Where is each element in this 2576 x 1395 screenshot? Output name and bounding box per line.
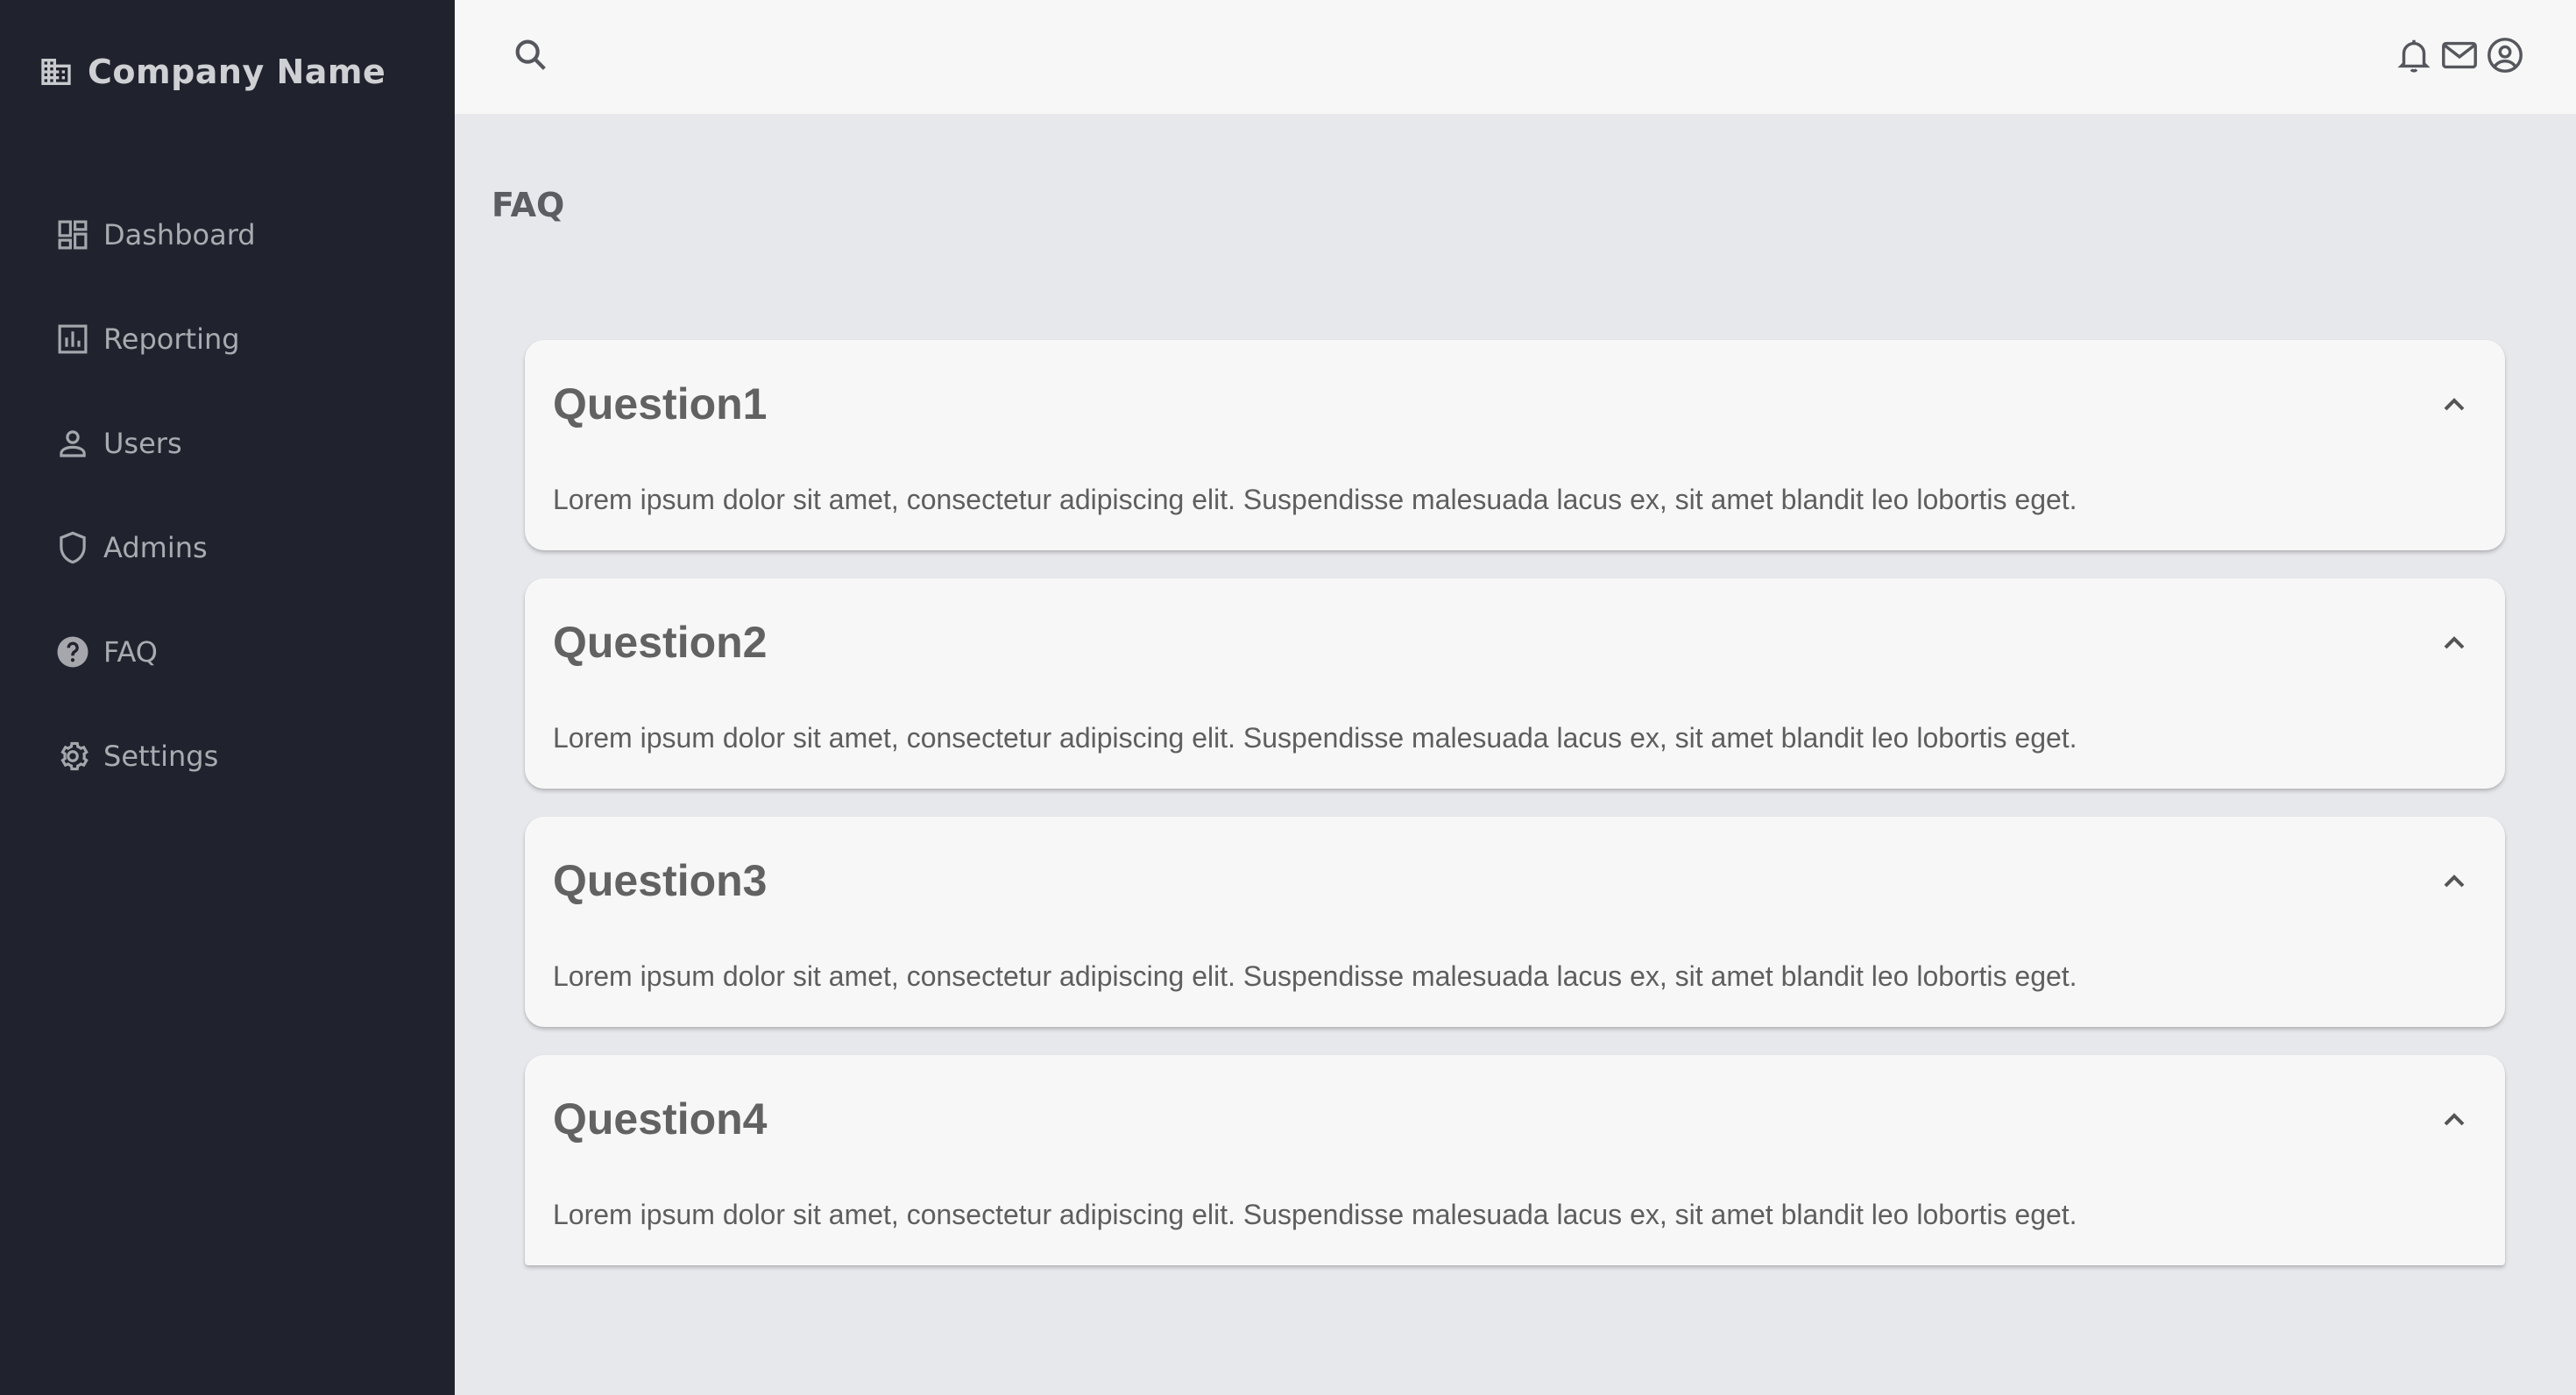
chevron-up-icon[interactable] bbox=[2437, 864, 2472, 899]
faq-item[interactable]: Question3 Lorem ipsum dolor sit amet, co… bbox=[525, 817, 2505, 1027]
faq-list: Question1 Lorem ipsum dolor sit amet, co… bbox=[525, 340, 2505, 1293]
faq-answer: Lorem ipsum dolor sit amet, consectetur … bbox=[553, 484, 2077, 515]
sidebar-item-faq[interactable]: FAQ bbox=[54, 626, 256, 678]
sidebar: Company Name Dashboard Reporting Users A… bbox=[0, 0, 455, 1395]
search-icon[interactable] bbox=[511, 35, 551, 75]
sidebar-item-reporting[interactable]: Reporting bbox=[54, 313, 256, 365]
faq-item[interactable]: Question1 Lorem ipsum dolor sit amet, co… bbox=[525, 340, 2505, 550]
sidebar-item-label: Dashboard bbox=[103, 218, 256, 251]
sidebar-item-settings[interactable]: Settings bbox=[54, 730, 256, 782]
brand[interactable]: Company Name bbox=[39, 53, 386, 91]
faq-question[interactable]: Question4 bbox=[553, 1094, 767, 1144]
sidebar-item-admins[interactable]: Admins bbox=[54, 521, 256, 574]
sidebar-nav: Dashboard Reporting Users Admins FAQ Set… bbox=[54, 209, 256, 834]
shield-icon bbox=[54, 529, 91, 566]
mail-icon[interactable] bbox=[2439, 35, 2480, 75]
chevron-up-icon[interactable] bbox=[2437, 626, 2472, 661]
bar-chart-icon bbox=[54, 321, 91, 358]
sidebar-item-label: Users bbox=[103, 427, 182, 460]
faq-question[interactable]: Question3 bbox=[553, 855, 767, 906]
page-title: FAQ bbox=[492, 186, 565, 224]
faq-answer: Lorem ipsum dolor sit amet, consectetur … bbox=[553, 722, 2077, 754]
gear-icon bbox=[54, 738, 91, 775]
user-icon bbox=[54, 425, 91, 462]
bell-icon[interactable] bbox=[2394, 35, 2434, 75]
faq-item[interactable]: Question4 Lorem ipsum dolor sit amet, co… bbox=[525, 1055, 2505, 1265]
top-bar bbox=[455, 0, 2576, 114]
sidebar-item-label: Admins bbox=[103, 531, 208, 564]
main-content: FAQ Question1 Lorem ipsum dolor sit amet… bbox=[455, 0, 2576, 1395]
sidebar-item-label: FAQ bbox=[103, 635, 158, 669]
chevron-up-icon[interactable] bbox=[2437, 1102, 2472, 1137]
chevron-up-icon[interactable] bbox=[2437, 387, 2472, 422]
sidebar-item-dashboard[interactable]: Dashboard bbox=[54, 209, 256, 261]
faq-answer: Lorem ipsum dolor sit amet, consectetur … bbox=[553, 1199, 2077, 1230]
dashboard-icon bbox=[54, 216, 91, 253]
faq-question[interactable]: Question1 bbox=[553, 379, 767, 429]
building-icon bbox=[39, 54, 74, 89]
sidebar-item-label: Settings bbox=[103, 740, 219, 773]
sidebar-item-label: Reporting bbox=[103, 322, 240, 356]
top-bar-actions bbox=[2394, 35, 2525, 75]
app-root: Company Name Dashboard Reporting Users A… bbox=[0, 0, 2576, 1395]
faq-question[interactable]: Question2 bbox=[553, 617, 767, 668]
faq-item[interactable]: Question2 Lorem ipsum dolor sit amet, co… bbox=[525, 578, 2505, 789]
company-name: Company Name bbox=[88, 53, 386, 91]
faq-answer: Lorem ipsum dolor sit amet, consectetur … bbox=[553, 960, 2077, 992]
sidebar-item-users[interactable]: Users bbox=[54, 417, 256, 470]
help-circle-icon bbox=[54, 634, 91, 670]
account-circle-icon[interactable] bbox=[2485, 35, 2525, 75]
